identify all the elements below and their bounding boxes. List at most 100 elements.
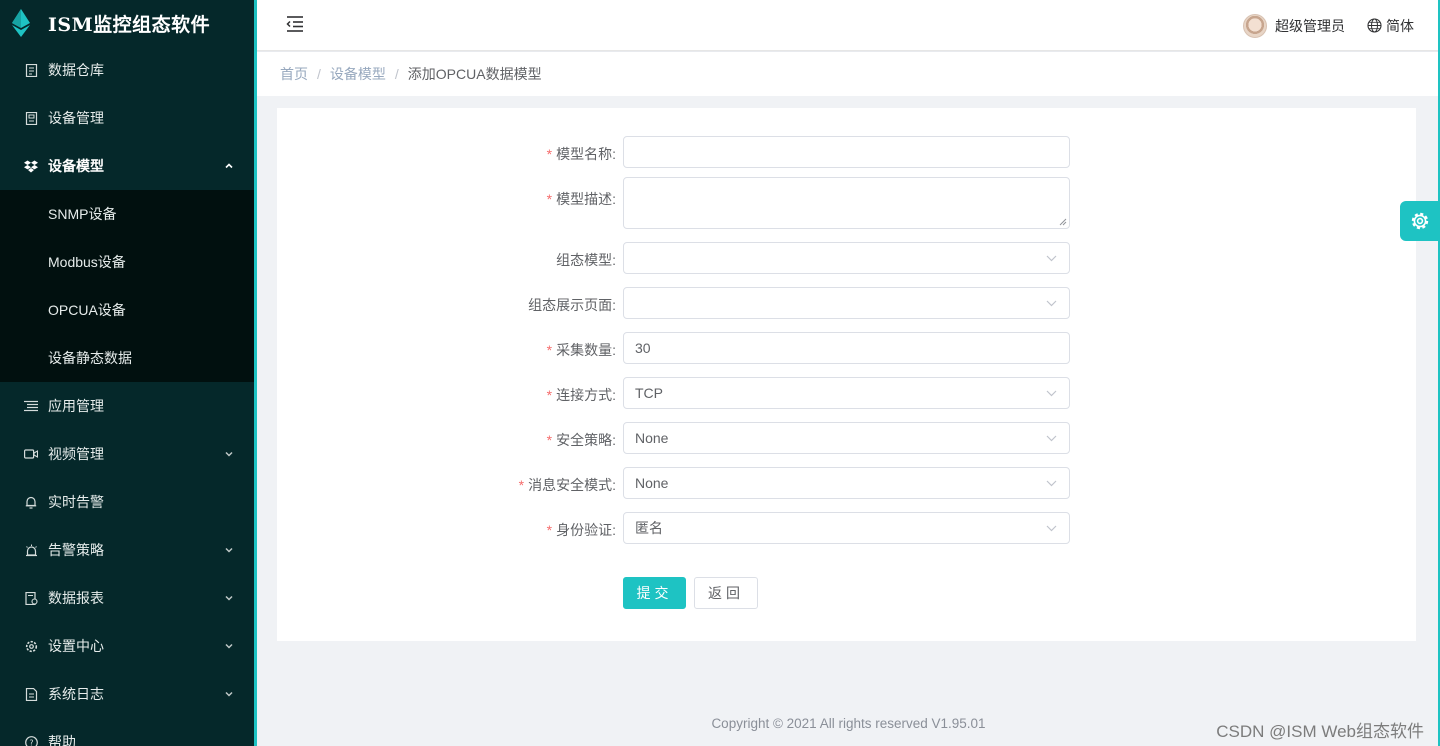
auth-select[interactable]: 匿名 xyxy=(623,512,1070,544)
select-value: 匿名 xyxy=(635,520,663,536)
model-desc-textarea[interactable] xyxy=(623,177,1070,229)
required-mark: * xyxy=(518,477,525,493)
document-icon xyxy=(24,63,38,77)
select-value: None xyxy=(635,430,669,446)
breadcrumb-current: 添加OPCUA数据模型 xyxy=(407,66,542,82)
chevron-down-icon xyxy=(1046,300,1057,307)
list-icon xyxy=(24,399,38,413)
model-desc-label: * 模型描述: xyxy=(547,189,616,209)
chevron-down-icon xyxy=(1046,480,1057,487)
sidebar-item-label: 设备管理 xyxy=(48,110,104,126)
config-page-select[interactable] xyxy=(623,287,1070,319)
sidebar-item-label: 应用管理 xyxy=(48,398,104,414)
device-icon xyxy=(24,111,38,125)
globe-icon[interactable] xyxy=(1367,18,1382,33)
back-button[interactable]: 返回 xyxy=(694,577,758,609)
select-value: None xyxy=(635,475,669,491)
sidebar-item-label: 数据报表 xyxy=(48,590,104,606)
avatar[interactable] xyxy=(1243,13,1267,38)
gear-icon xyxy=(24,639,38,653)
top-header: 超级管理员 简体 xyxy=(257,0,1440,51)
label-text: 连接方式: xyxy=(556,387,616,403)
required-mark: * xyxy=(546,146,553,162)
breadcrumb: 首页 / 设备模型 / 添加OPCUA数据模型 xyxy=(257,52,1440,96)
settings-fab[interactable] xyxy=(1400,201,1440,241)
sidebar-item-label: 视频管理 xyxy=(48,446,104,462)
security-policy-select[interactable]: None xyxy=(623,422,1070,454)
chevron-up-icon xyxy=(225,163,233,169)
model-name-label: * 模型名称: xyxy=(547,144,616,164)
breadcrumb-separator: / xyxy=(317,66,321,82)
breadcrumb-parent[interactable]: 设备模型 xyxy=(330,64,386,84)
security-policy-label: * 安全策略: xyxy=(547,430,616,450)
breadcrumb-home[interactable]: 首页 xyxy=(280,64,308,84)
model-name-input[interactable] xyxy=(623,136,1070,168)
sidebar-item-app-management[interactable]: 应用管理 xyxy=(0,382,254,430)
sidebar-item-system-log[interactable]: 系统日志 xyxy=(0,670,254,718)
msg-security-mode-select[interactable]: None xyxy=(623,467,1070,499)
app-logo[interactable]: ISM监控组态软件 xyxy=(0,0,254,46)
label-text: 安全策略: xyxy=(556,432,616,448)
resize-grip-icon[interactable] xyxy=(1059,218,1067,226)
sidebar-item-label: 设备模型 xyxy=(48,158,104,174)
config-model-label: 组态模型: xyxy=(556,252,616,268)
connect-mode-select[interactable]: TCP xyxy=(623,377,1070,409)
chevron-down-icon xyxy=(1046,435,1057,442)
form-card: * 模型名称: * 模型描述: 组态模型: 组态展示页面: * 采集数量: 30 * 连… xyxy=(277,108,1416,641)
chevron-down-icon xyxy=(225,643,233,649)
label-text: 采集数量: xyxy=(556,342,616,358)
config-page-label: 组态展示页面: xyxy=(528,297,616,313)
required-mark: * xyxy=(546,432,553,448)
sample-count-input[interactable]: 30 xyxy=(623,332,1070,364)
input-value: 30 xyxy=(635,340,651,356)
help-icon: ? xyxy=(24,735,38,746)
gear-icon xyxy=(1411,212,1429,230)
sidebar-item-realtime-alarm[interactable]: 实时告警 xyxy=(0,478,254,526)
logo-icon xyxy=(12,9,30,37)
user-name[interactable]: 超级管理员 xyxy=(1275,16,1345,36)
msg-security-mode-label: * 消息安全模式: xyxy=(519,475,616,495)
label-text: 消息安全模式: xyxy=(528,477,616,493)
sidebar-item-label: 数据仓库 xyxy=(48,62,104,78)
alarm-icon xyxy=(24,543,38,557)
submit-button[interactable]: 提交 xyxy=(623,577,686,609)
required-mark: * xyxy=(546,387,553,403)
sidebar-item-label: 系统日志 xyxy=(48,686,104,702)
sidebar-item-label: 帮助 xyxy=(48,734,76,746)
sidebar-item-device-management[interactable]: 设备管理 xyxy=(0,94,254,142)
sidebar-item-device-model[interactable]: 设备模型 xyxy=(0,142,254,190)
sidebar-item-label: 设置中心 xyxy=(48,638,104,654)
sidebar-item-data-warehouse[interactable]: 数据仓库 xyxy=(0,46,254,94)
sidebar-subitem-snmp[interactable]: SNMP设备 xyxy=(0,190,254,238)
sidebar-item-video-management[interactable]: 视频管理 xyxy=(0,430,254,478)
dropbox-icon xyxy=(24,159,38,173)
sample-count-label: * 采集数量: xyxy=(547,340,616,360)
label-text: 身份验证: xyxy=(556,522,616,538)
sidebar-subitem-modbus[interactable]: Modbus设备 xyxy=(0,238,254,286)
chevron-down-icon xyxy=(225,595,233,601)
chevron-down-icon xyxy=(225,451,233,457)
menu-fold-icon[interactable] xyxy=(285,15,305,33)
device-model-submenu: SNMP设备 Modbus设备 OPCUA设备 设备静态数据 xyxy=(0,190,254,382)
svg-text:?: ? xyxy=(29,738,33,746)
required-mark: * xyxy=(546,191,553,207)
label-text: 模型名称: xyxy=(556,146,616,162)
sidebar-subitem-opcua[interactable]: OPCUA设备 xyxy=(0,286,254,334)
language-switch[interactable]: 简体 xyxy=(1386,16,1414,36)
sidebar-item-data-report[interactable]: 数据报表 xyxy=(0,574,254,622)
required-mark: * xyxy=(546,342,553,358)
watermark: CSDN @ISM Web组态软件 xyxy=(1216,722,1424,741)
config-model-select[interactable] xyxy=(623,242,1070,274)
chevron-down-icon xyxy=(1046,525,1057,532)
connect-mode-label: * 连接方式: xyxy=(547,385,616,405)
log-icon xyxy=(24,687,38,701)
sidebar-item-label: 告警策略 xyxy=(48,542,104,558)
sidebar-subitem-static-data[interactable]: 设备静态数据 xyxy=(0,334,254,382)
sidebar-item-settings-center[interactable]: 设置中心 xyxy=(0,622,254,670)
chevron-down-icon xyxy=(225,691,233,697)
sidebar-item-alarm-policy[interactable]: 告警策略 xyxy=(0,526,254,574)
sidebar-item-help[interactable]: ? 帮助 xyxy=(0,718,254,746)
chevron-down-icon xyxy=(1046,390,1057,397)
report-icon xyxy=(24,591,38,605)
sidebar-edge xyxy=(254,0,257,746)
